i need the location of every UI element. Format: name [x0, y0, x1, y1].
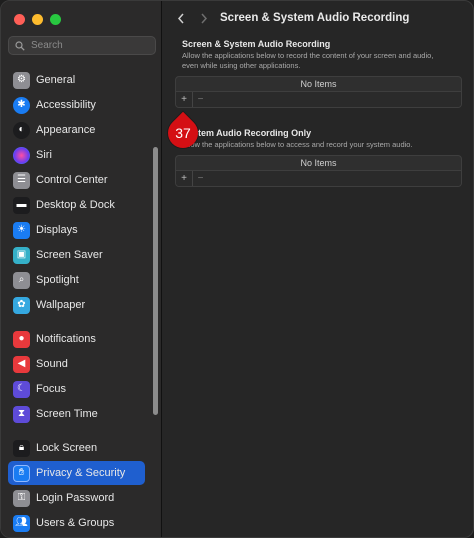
sidebar-item-label: Control Center — [36, 174, 108, 186]
search-icon — [15, 40, 25, 51]
sidebar-item-label: Notifications — [36, 333, 96, 345]
minimize-button[interactable] — [32, 14, 43, 25]
sidebar-item-appearance[interactable]: ◐ Appearance — [8, 118, 145, 142]
sidebar-item-control-center[interactable]: ☰ Control Center — [8, 168, 145, 192]
section-title-screen-recording: Screen & System Audio Recording — [182, 39, 331, 49]
sidebar-item-label: Screen Time — [36, 408, 98, 420]
sidebar-item-label: Privacy & Security — [36, 467, 126, 479]
sidebar-item-label: Displays — [36, 224, 78, 236]
sidebar-scrollbar[interactable] — [153, 147, 158, 415]
sidebar-item-lock-screen[interactable]: 🔒︎ Lock Screen — [8, 436, 145, 460]
sidebar-item-users-groups[interactable]: 👥︎ Users & Groups — [8, 511, 145, 535]
sidebar-item-desktop-dock[interactable]: ▬ Desktop & Dock — [8, 193, 145, 217]
moon-icon: ☾ — [13, 380, 30, 398]
sidebar-item-label: Appearance — [36, 124, 96, 136]
sidebar-item-label: Accessibility — [36, 99, 96, 111]
sidebar-item-label: Wallpaper — [36, 299, 86, 311]
chevron-right-icon — [201, 13, 208, 23]
siri-icon — [13, 146, 30, 164]
gear-icon: ⚙ — [13, 71, 30, 89]
chevron-left-icon — [177, 13, 184, 23]
magnifier-icon: ⌕ — [13, 271, 30, 289]
sidebar-item-label: Siri — [36, 149, 52, 161]
screen-recording-app-list[interactable]: No Items + − — [175, 76, 462, 108]
forward-button[interactable] — [197, 11, 211, 25]
remove-app-button[interactable]: − — [192, 92, 208, 107]
empty-list-label: No Items — [176, 156, 461, 171]
sidebar-item-login-password[interactable]: ⚿ Login Password — [8, 486, 145, 510]
sidebar-item-label: Desktop & Dock — [36, 199, 115, 211]
control-center-icon: ☰ — [13, 171, 30, 189]
sidebar-item-label: Screen Saver — [36, 249, 103, 261]
sidebar-item-screen-time[interactable]: ⧗ Screen Time — [8, 402, 145, 426]
section-desc-line: Allow the applications below to access a… — [182, 140, 413, 149]
bell-icon: ● — [13, 330, 30, 348]
zoom-button[interactable] — [50, 14, 61, 25]
sidebar-item-general[interactable]: ⚙ General — [8, 68, 145, 92]
sidebar-item-siri[interactable]: Siri — [8, 143, 145, 167]
appearance-icon: ◐ — [13, 121, 30, 139]
empty-list-label: No Items — [176, 77, 461, 92]
users-icon: 👥︎ — [13, 514, 30, 532]
search-field[interactable] — [8, 36, 156, 55]
sidebar-item-screen-saver[interactable]: ▣ Screen Saver — [8, 243, 145, 267]
add-app-button[interactable]: + — [176, 92, 192, 107]
sidebar-item-focus[interactable]: ☾ Focus — [8, 377, 145, 401]
add-app-button[interactable]: + — [176, 171, 192, 186]
sidebar-item-label: Users & Groups — [36, 517, 115, 529]
screen-saver-icon: ▣ — [13, 246, 30, 264]
flower-icon: ✿ — [13, 296, 30, 314]
audio-recording-app-list[interactable]: No Items + − — [175, 155, 462, 187]
page-title: Screen & System Audio Recording — [220, 12, 410, 24]
hand-icon: ✋︎ — [13, 464, 30, 482]
list-controls: + − — [176, 92, 461, 107]
sidebar-item-label: Focus — [36, 383, 66, 395]
search-input[interactable] — [31, 40, 151, 51]
list-controls: + − — [176, 171, 461, 186]
sidebar-item-notifications[interactable]: ● Notifications — [8, 327, 145, 351]
section-title-audio-recording: System Audio Recording Only — [182, 128, 312, 138]
section-desc-line: Allow the applications below to record t… — [182, 51, 434, 60]
close-button[interactable] — [14, 14, 25, 25]
sidebar: ⚙ General ✱ Accessibility ◐ Appearance S… — [1, 1, 162, 537]
sidebar-item-label: Login Password — [36, 492, 115, 504]
lock-icon: 🔒︎ — [13, 439, 30, 457]
hourglass-icon: ⧗ — [13, 405, 30, 423]
sidebar-item-sound[interactable]: ◀ Sound — [8, 352, 145, 376]
dock-icon: ▬ — [13, 196, 30, 214]
accessibility-icon: ✱ — [13, 96, 30, 114]
window-controls — [14, 14, 61, 25]
back-button[interactable] — [174, 11, 188, 25]
sidebar-item-spotlight[interactable]: ⌕ Spotlight — [8, 268, 145, 292]
sidebar-item-label: Spotlight — [36, 274, 79, 286]
sidebar-item-accessibility[interactable]: ✱ Accessibility — [8, 93, 145, 117]
sidebar-item-displays[interactable]: ☀ Displays — [8, 218, 145, 242]
speaker-icon: ◀ — [13, 355, 30, 373]
remove-app-button[interactable]: − — [192, 171, 208, 186]
sidebar-item-wallpaper[interactable]: ✿ Wallpaper — [8, 293, 145, 317]
sidebar-item-privacy-security[interactable]: ✋︎ Privacy & Security — [8, 461, 145, 485]
sun-icon: ☀ — [13, 221, 30, 239]
sidebar-item-label: General — [36, 74, 76, 86]
settings-window: ⚙ General ✱ Accessibility ◐ Appearance S… — [0, 0, 474, 538]
sidebar-item-label: Sound — [36, 358, 68, 370]
sidebar-item-label: Lock Screen — [36, 442, 98, 454]
key-icon: ⚿ — [13, 489, 30, 507]
section-desc-line: even while using other applications. — [182, 61, 301, 70]
step-marker-number: 37 — [175, 125, 191, 141]
